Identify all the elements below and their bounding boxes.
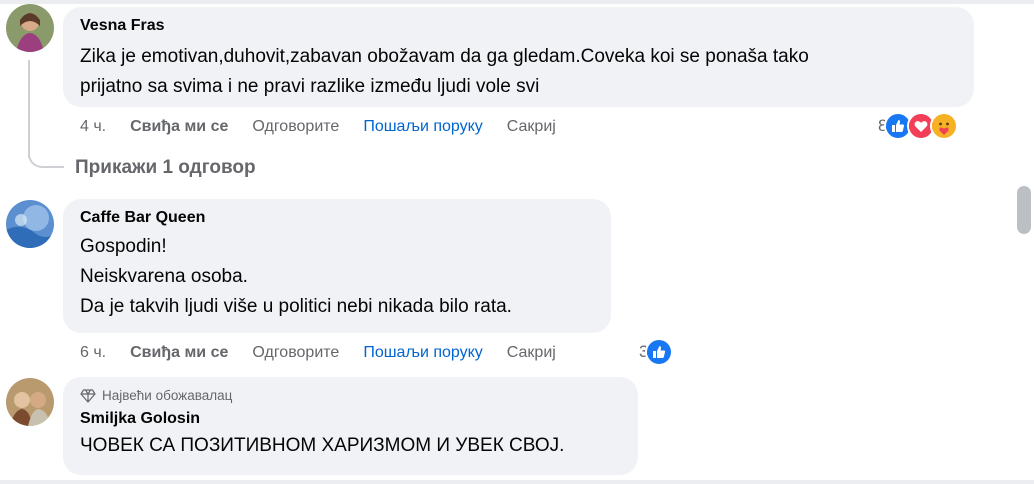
like-button[interactable]: Свиђа ми се: [130, 118, 228, 136]
send-message-button[interactable]: Пошаљи поруку: [363, 118, 482, 136]
comment-actions: 4 ч. Свиђа ми се Одговорите Пошаљи порук…: [80, 116, 580, 138]
care-icon: [930, 112, 959, 140]
bottom-divider: [0, 480, 1034, 484]
comment-actions: 6 ч. Свиђа ми се Одговорите Пошаљи порук…: [80, 342, 580, 364]
reply-button[interactable]: Одговорите: [252, 344, 339, 362]
show-replies-link[interactable]: Прикажи 1 одговор: [75, 156, 256, 180]
comment-time[interactable]: 6 ч.: [80, 344, 106, 362]
reactions-summary[interactable]: 8: [878, 112, 959, 140]
top-divider: [0, 0, 1034, 4]
comment-author[interactable]: Smiljka Golosin: [80, 409, 621, 429]
top-fan-badge-label: Највећи обожавалац: [102, 388, 233, 403]
comment-text: ЧОВЕК СА ПОЗИТИВНОМ ХАРИЗМОМ И УВЕК СВОЈ…: [80, 435, 565, 456]
scrollbar-thumb[interactable]: [1017, 186, 1031, 234]
comment-text: Zika je emotivan,duhovit,zabavan obožava…: [80, 46, 809, 97]
like-button[interactable]: Свиђа ми се: [130, 344, 228, 362]
comment-bubble: Vesna Fras Zika je emotivan,duhovit,zaba…: [63, 7, 974, 107]
reply-button[interactable]: Одговорите: [252, 118, 339, 136]
comment-bubble: Caffe Bar Queen Gospodin! Neiskvarena os…: [63, 199, 611, 333]
diamond-icon: [80, 389, 96, 403]
comment-time[interactable]: 4 ч.: [80, 118, 106, 136]
hide-button[interactable]: Сакриј: [507, 118, 556, 136]
top-fan-badge[interactable]: Највећи обожавалац: [80, 387, 621, 405]
comment-bubble: Највећи обожавалац Smiljka Golosin ЧОВЕК…: [63, 377, 638, 475]
comment-author[interactable]: Caffe Bar Queen: [80, 208, 594, 228]
thread-connector: [28, 140, 64, 168]
avatar-caffe-bar-queen[interactable]: [6, 200, 54, 248]
reactions-summary[interactable]: 3: [639, 338, 674, 366]
comment-author[interactable]: Vesna Fras: [80, 16, 957, 36]
avatar-smiljka-golosin[interactable]: [6, 378, 54, 426]
hide-button[interactable]: Сакриј: [507, 344, 556, 362]
like-icon: [645, 338, 674, 366]
send-message-button[interactable]: Пошаљи поруку: [363, 344, 482, 362]
comment-text: Gospodin! Neiskvarena osoba. Da je takvi…: [80, 236, 512, 317]
avatar-vesna-fras[interactable]: [6, 4, 54, 52]
